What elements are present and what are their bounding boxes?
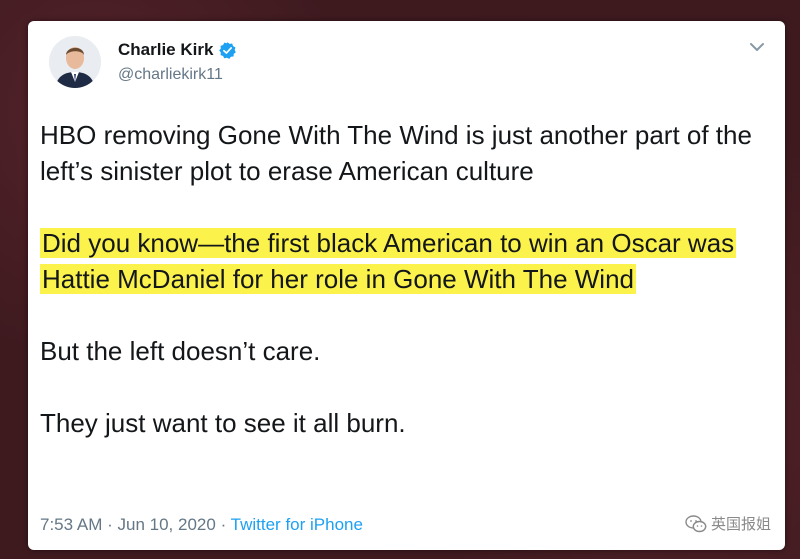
tweet-paragraph-4: They just want to see it all burn. <box>40 408 406 438</box>
tweet-paragraph-1: HBO removing Gone With The Wind is just … <box>40 120 752 186</box>
watermark-text: 英国报姐 <box>710 516 771 533</box>
avatar-photo <box>49 36 101 88</box>
author-name-row: Charlie Kirk <box>118 40 237 60</box>
wechat-icon <box>685 514 707 532</box>
verified-badge-icon <box>219 41 237 59</box>
meta-separator: · <box>220 515 227 534</box>
tweet-time[interactable]: 7:53 AM <box>40 515 102 534</box>
tweet-body: HBO removing Gone With The Wind is just … <box>40 117 770 441</box>
tweet-date[interactable]: Jun 10, 2020 <box>118 515 216 534</box>
author-handle[interactable]: @charliekirk11 <box>118 66 223 84</box>
meta-separator: · <box>107 515 113 534</box>
tweet-meta: 7:53 AM · Jun 10, 2020 · Twitter for iPh… <box>40 515 363 535</box>
watermark: 英国报姐 <box>685 513 771 534</box>
highlighted-text: Did you know—the first black American to… <box>40 228 737 294</box>
chevron-down-icon[interactable] <box>749 41 765 53</box>
tweet-paragraph-2-highlighted: Did you know—the first black American to… <box>40 225 770 297</box>
author-avatar[interactable] <box>49 36 101 88</box>
tweet-source-link[interactable]: Twitter for iPhone <box>231 515 363 534</box>
author-name[interactable]: Charlie Kirk <box>118 40 213 60</box>
tweet-paragraph-3: But the left doesn’t care. <box>40 336 321 366</box>
tweet-card: Charlie Kirk @charliekirk11 HBO removing… <box>28 21 785 550</box>
